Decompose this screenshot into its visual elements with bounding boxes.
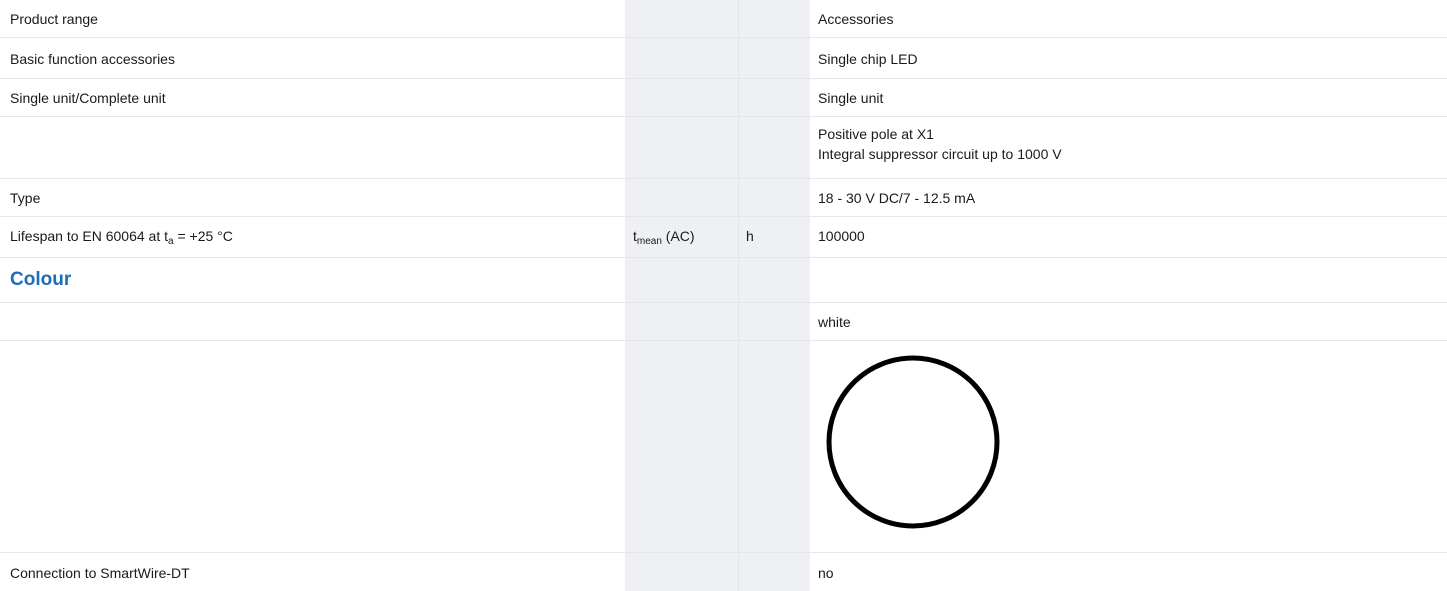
row-product-range: Product range Accessories — [0, 0, 1447, 38]
row-label: Type — [10, 190, 41, 206]
row-colour-swatch — [0, 341, 1447, 553]
row-value: Accessories — [818, 11, 894, 27]
row-notes: Positive pole at X1 Integral suppressor … — [0, 117, 1447, 179]
row-type: Type 18 - 30 V DC/7 - 12.5 mA — [0, 179, 1447, 217]
row-value: 100000 — [818, 228, 865, 244]
row-label: Connection to SmartWire-DT — [10, 565, 190, 581]
row-symbol: tmean (AC) — [633, 228, 695, 247]
row-colour-heading: Colour — [0, 258, 1447, 303]
row-lifespan: Lifespan to EN 60064 at ta = +25 °C tmea… — [0, 217, 1447, 258]
row-value: no — [818, 565, 834, 581]
row-value: white — [818, 314, 851, 330]
row-unit: h — [746, 228, 754, 244]
row-label: Product range — [10, 11, 98, 27]
value-line-1: Positive pole at X1 — [818, 126, 934, 142]
row-value: Single unit — [818, 90, 884, 106]
row-unit: Single unit/Complete unit Single unit — [0, 79, 1447, 117]
row-label: Basic function accessories — [10, 51, 175, 67]
section-heading: Colour — [10, 269, 72, 290]
white-circle-swatch-icon — [825, 354, 1001, 530]
product-spec-table: Product range Accessories Basic function… — [0, 0, 1447, 591]
row-value: Single chip LED — [818, 51, 918, 67]
value-line-2: Integral suppressor circuit up to 1000 V — [818, 146, 1062, 162]
row-label: Single unit/Complete unit — [10, 90, 166, 106]
swatch-svg — [826, 355, 1000, 529]
row-colour: white — [0, 303, 1447, 341]
row-value: Positive pole at X1 Integral suppressor … — [818, 124, 1438, 164]
row-label: Lifespan to EN 60064 at ta = +25 °C — [10, 228, 233, 247]
row-smartwire: Connection to SmartWire-DT no — [0, 553, 1447, 591]
row-value: 18 - 30 V DC/7 - 12.5 mA — [818, 190, 976, 206]
swatch-circle — [826, 355, 1000, 529]
row-basic-function: Basic function accessories Single chip L… — [0, 38, 1447, 79]
